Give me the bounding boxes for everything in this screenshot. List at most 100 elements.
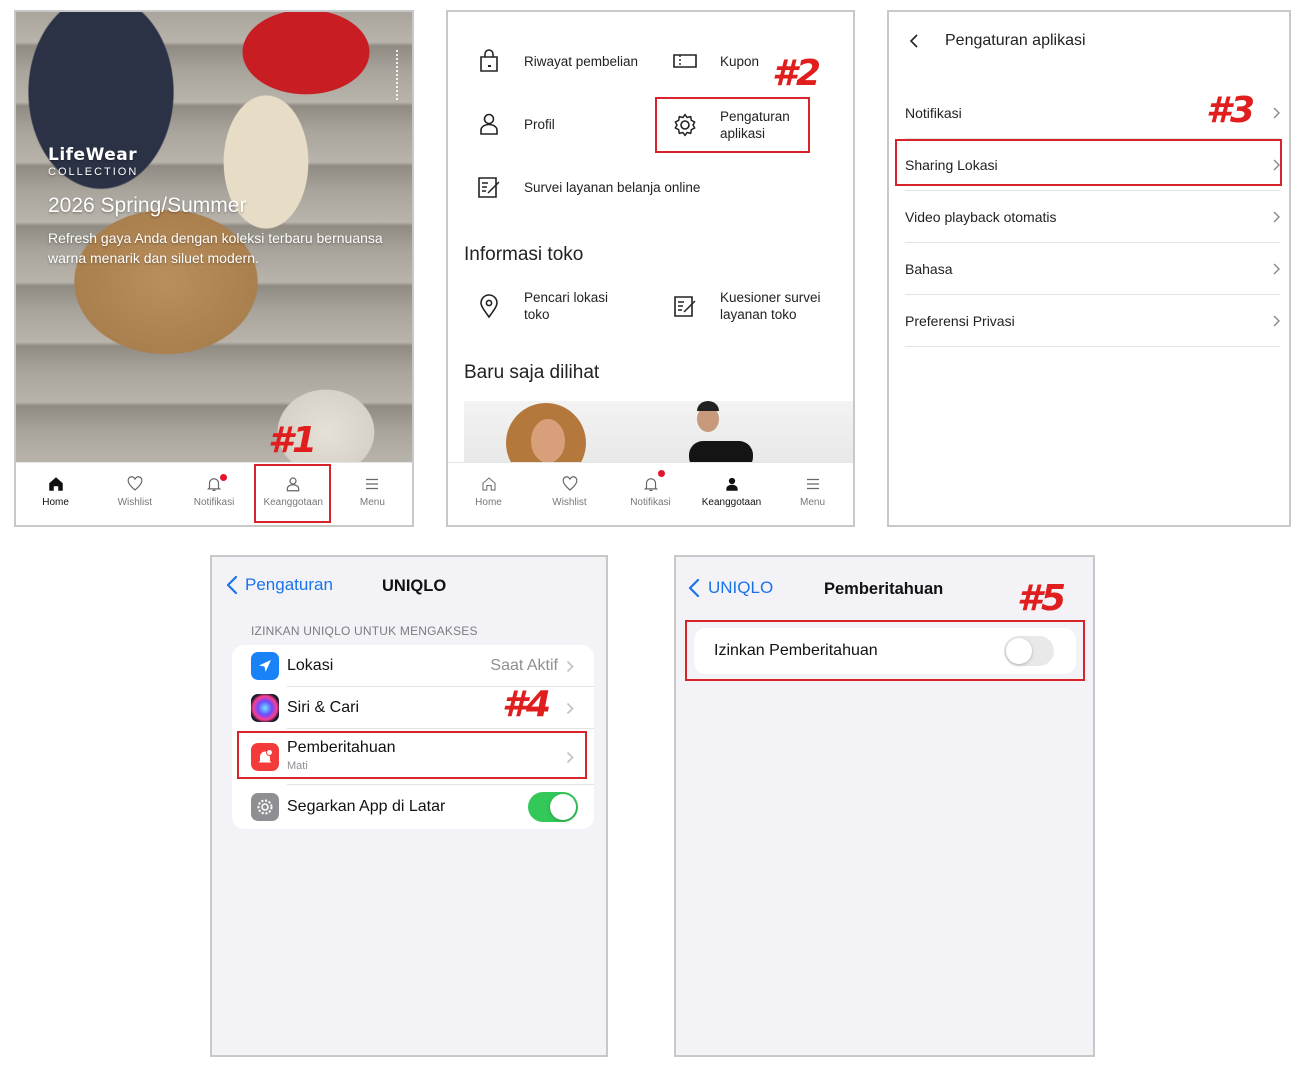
tab-wishlist-label: Wishlist — [117, 497, 153, 508]
gear-icon — [251, 793, 279, 821]
settings-row-video-playback[interactable]: Video playback otomatis — [905, 191, 1280, 243]
tab-home-label: Home — [475, 497, 502, 508]
settings-row-label: Preferensi Privasi — [905, 312, 1015, 329]
online-survey-label: Survei layanan belanja online — [524, 179, 701, 195]
person-icon — [725, 477, 738, 491]
toggle-knob — [550, 794, 576, 820]
permission-value: Saat Aktif — [490, 657, 558, 674]
location-pin-icon — [480, 294, 498, 319]
notification-badge — [220, 474, 228, 481]
recently-viewed-strip[interactable] — [464, 401, 853, 483]
highlight-pemberitahuan — [237, 731, 587, 779]
tab-menu-label: Menu — [799, 497, 825, 508]
back-chevron-icon[interactable] — [909, 33, 919, 49]
settings-row-label: Notifikasi — [905, 104, 962, 121]
chevron-right-icon — [1273, 263, 1280, 274]
step-2-label: #2 — [772, 53, 821, 94]
hamburger-icon — [366, 478, 379, 490]
hero-description: Refresh gaya Anda dengan koleksi terbaru… — [48, 230, 383, 266]
home-icon — [48, 477, 63, 491]
permission-label: Segarkan App di Latar — [287, 798, 446, 815]
store-locator-line1: Pencari lokasi — [524, 290, 609, 305]
bottom-tab-bar: Home Wishlist Notifikasi Keanggotaan Men… — [448, 462, 853, 525]
purchase-history-label: Riwayat pembelian — [524, 53, 639, 69]
recently-viewed-heading: Baru saja dilihat — [464, 362, 600, 383]
highlight-app-settings — [655, 97, 810, 153]
store-locator-line2: toko — [524, 307, 550, 322]
tab-menu[interactable]: Menu — [772, 463, 853, 525]
tab-keanggotaan-label: Keanggotaan — [701, 497, 762, 508]
tab-notifikasi[interactable]: Notifikasi — [610, 463, 691, 525]
profile-item[interactable]: Profil — [476, 111, 555, 137]
step-5-label: #5 — [1017, 578, 1066, 619]
background-refresh-toggle[interactable] — [528, 792, 578, 822]
store-survey-label: Kuesioner survei layanan toko — [720, 289, 821, 323]
permission-row-lokasi[interactable]: Lokasi Saat Aktif — [232, 645, 594, 687]
highlight-keanggotaan — [254, 464, 331, 523]
step-1-label: #1 — [268, 420, 317, 461]
settings-row-label: Bahasa — [905, 260, 953, 277]
chevron-right-icon — [1273, 315, 1280, 326]
tab-keanggotaan[interactable]: Keanggotaan — [691, 463, 772, 525]
season-title: 2026 Spring/Summer — [48, 194, 247, 217]
online-survey-item[interactable]: Survei layanan belanja online — [476, 174, 700, 200]
tab-home[interactable]: Home — [16, 463, 95, 525]
lifewear-logo: LifeWear — [48, 145, 138, 165]
carousel-indicator — [392, 50, 398, 100]
bottom-tab-bar: Home Wishlist Notifikasi Keanggotaan Men… — [16, 462, 412, 525]
back-button-label: UNIQLO — [708, 578, 774, 597]
profile-label: Profil — [524, 116, 555, 132]
siri-icon — [251, 694, 279, 722]
tab-notifikasi-label: Notifikasi — [630, 497, 671, 508]
chevron-right-icon — [1273, 211, 1280, 222]
settings-row-bahasa[interactable]: Bahasa — [905, 243, 1280, 295]
app-settings-panel: Pengaturan aplikasi Notifikasi Sharing L… — [887, 10, 1291, 527]
chevron-right-icon — [1273, 107, 1280, 118]
settings-row-preferensi-privasi[interactable]: Preferensi Privasi — [905, 295, 1280, 347]
settings-header: Pengaturan aplikasi — [909, 32, 1086, 50]
tab-wishlist[interactable]: Wishlist — [95, 463, 174, 525]
tab-home[interactable]: Home — [448, 463, 529, 525]
store-locator-item[interactable]: Pencari lokasi toko — [476, 289, 608, 323]
store-survey-line1: Kuesioner survei — [720, 290, 821, 305]
permission-row-background-refresh[interactable]: Segarkan App di Latar — [232, 785, 594, 829]
home-icon — [481, 477, 496, 491]
store-info-heading: Informasi toko — [464, 244, 584, 265]
chevron-left-icon — [226, 575, 238, 595]
chevron-left-icon — [688, 578, 700, 598]
highlight-allow-notifications — [685, 620, 1085, 681]
back-button[interactable]: Pengaturan — [226, 575, 333, 595]
hero-banner[interactable]: LifeWear COLLECTION 2026 Spring/Summer R… — [16, 12, 412, 464]
purchase-history-item[interactable]: Riwayat pembelian — [476, 48, 638, 74]
notification-badge — [658, 470, 665, 477]
tab-home-label: Home — [42, 497, 69, 508]
store-survey-line2: layanan toko — [720, 307, 797, 322]
store-locator-label: Pencari lokasi toko — [524, 289, 608, 323]
tab-wishlist[interactable]: Wishlist — [529, 463, 610, 525]
tab-notifikasi[interactable]: Notifikasi — [174, 463, 253, 525]
settings-row-label: Video playback otomatis — [905, 208, 1057, 225]
bell-icon — [643, 478, 658, 491]
home-screen-panel: LifeWear COLLECTION 2026 Spring/Summer R… — [14, 10, 414, 527]
ticket-icon — [673, 54, 697, 68]
tab-menu[interactable]: Menu — [333, 463, 412, 525]
store-survey-item[interactable]: Kuesioner survei layanan toko — [672, 289, 821, 323]
tab-menu-label: Menu — [359, 497, 385, 508]
permission-label: Lokasi — [287, 657, 334, 674]
back-button[interactable]: UNIQLO — [688, 578, 773, 598]
recent-products-image — [506, 401, 753, 483]
nav-title: UNIQLO — [382, 577, 447, 595]
step-4-label: #4 — [502, 684, 551, 725]
collection-label: COLLECTION — [48, 166, 139, 178]
coupon-item[interactable]: Kupon — [672, 48, 759, 74]
tab-wishlist-label: Wishlist — [552, 497, 587, 508]
location-arrow-icon — [251, 652, 279, 680]
back-button-label: Pengaturan — [245, 575, 333, 594]
shopping-bag-icon — [480, 49, 498, 72]
step-3-label: #3 — [1206, 90, 1255, 131]
tab-notifikasi-label: Notifikasi — [193, 497, 235, 508]
section-caption: IZINKAN UNIQLO UNTUK MENGAKSES — [251, 624, 478, 638]
survey-icon — [674, 296, 696, 317]
ios-app-settings-panel: Pengaturan UNIQLO IZINKAN UNIQLO UNTUK M… — [210, 555, 608, 1057]
person-icon — [480, 113, 498, 135]
